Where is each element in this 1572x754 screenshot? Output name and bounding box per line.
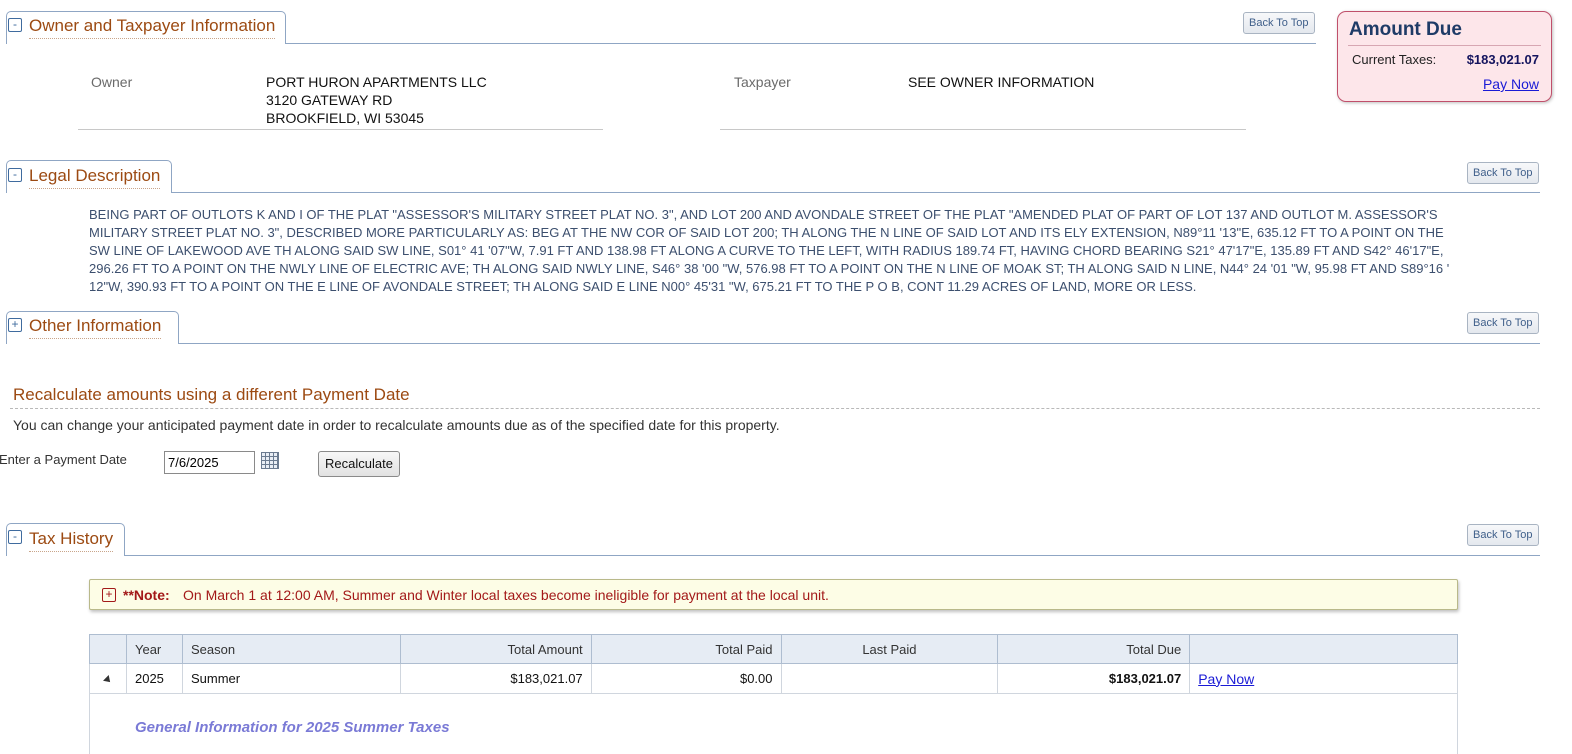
owner-section-line xyxy=(285,43,1316,44)
col-last-paid-header[interactable]: Last Paid xyxy=(780,634,999,664)
tax-history-table: Year Season Total Amount Total Paid Last… xyxy=(89,634,1458,694)
tax-note-banner: + **Note: On March 1 at 12:00 AM, Summer… xyxy=(89,579,1458,610)
legal-back-to-top-button[interactable]: Back To Top xyxy=(1467,162,1539,184)
recalculate-divider xyxy=(10,408,1540,409)
current-taxes-label: Current Taxes: xyxy=(1352,52,1437,67)
tax-history-section-line xyxy=(124,555,1540,556)
recalculate-description: You can change your anticipated payment … xyxy=(13,417,780,433)
owner-section-title[interactable]: Owner and Taxpayer Information xyxy=(29,16,276,39)
amount-due-title: Amount Due xyxy=(1349,19,1462,40)
tax-history-collapse-icon[interactable]: - xyxy=(8,530,22,544)
note-text: On March 1 at 12:00 AM, Summer and Winte… xyxy=(183,587,829,603)
payment-date-input[interactable] xyxy=(164,451,255,474)
taxpayer-label: Taxpayer xyxy=(734,74,791,90)
legal-section-line xyxy=(171,192,1540,193)
col-action-header xyxy=(1189,634,1458,664)
amount-due-rule xyxy=(1348,45,1541,46)
general-info-panel: General Information for 2025 Summer Taxe… xyxy=(89,694,1458,754)
legal-section-title[interactable]: Legal Description xyxy=(29,166,161,189)
owner-label: Owner xyxy=(91,74,133,90)
col-total-amount-header[interactable]: Total Amount xyxy=(399,634,592,664)
other-section-expand-icon[interactable]: + xyxy=(8,318,22,332)
taxpayer-value: SEE OWNER INFORMATION xyxy=(908,74,1095,90)
owner-divider xyxy=(78,129,603,130)
amount-due-box: Amount Due Current Taxes: $183,021.07 Pa… xyxy=(1337,11,1552,102)
tax-history-title[interactable]: Tax History xyxy=(29,529,114,552)
row-total-amount: $183,021.07 xyxy=(399,663,592,694)
row-season: Summer xyxy=(181,663,401,694)
note-label: **Note: xyxy=(123,587,170,603)
recalculate-button[interactable]: Recalculate xyxy=(318,451,400,477)
table-row: 2025 Summer $183,021.07 $0.00 $183,021.0… xyxy=(89,663,1458,694)
owner-city: BROOKFIELD, WI 53045 xyxy=(266,110,424,126)
owner-name: PORT HURON APARTMENTS LLC xyxy=(266,74,487,90)
row-pay-now-link[interactable]: Pay Now xyxy=(1198,671,1254,687)
col-total-paid-header[interactable]: Total Paid xyxy=(590,634,782,664)
recalculate-title: Recalculate amounts using a different Pa… xyxy=(13,385,410,404)
owner-street: 3120 GATEWAY RD xyxy=(266,92,393,108)
legal-section-collapse-icon[interactable]: - xyxy=(8,168,22,182)
owner-address: PORT HURON APARTMENTS LLC 3120 GATEWAY R… xyxy=(266,73,487,127)
owner-section-collapse-icon[interactable]: - xyxy=(8,18,22,32)
payment-date-label: Enter a Payment Date xyxy=(0,452,127,467)
row-last-paid xyxy=(780,663,999,694)
other-section-title[interactable]: Other Information xyxy=(29,316,162,339)
row-total-due: $183,021.07 xyxy=(997,663,1191,694)
row-expander[interactable] xyxy=(89,663,127,694)
row-action: Pay Now xyxy=(1189,663,1458,694)
row-total-paid: $0.00 xyxy=(590,663,782,694)
table-header-row: Year Season Total Amount Total Paid Last… xyxy=(89,634,1458,664)
col-season-header[interactable]: Season xyxy=(181,634,401,664)
tax-history-back-to-top-button[interactable]: Back To Top xyxy=(1467,524,1539,546)
taxpayer-divider xyxy=(720,129,1246,130)
calendar-icon[interactable] xyxy=(261,452,279,469)
triangle-down-icon[interactable] xyxy=(103,675,113,685)
pay-now-link[interactable]: Pay Now xyxy=(1483,76,1539,92)
col-year-header[interactable]: Year xyxy=(125,634,183,664)
other-section-line xyxy=(178,343,1540,344)
note-expand-icon[interactable]: + xyxy=(102,588,116,602)
row-year: 2025 xyxy=(125,663,183,694)
owner-back-to-top-button[interactable]: Back To Top xyxy=(1243,12,1315,34)
general-info-title: General Information for 2025 Summer Taxe… xyxy=(135,719,450,736)
col-expander-header xyxy=(89,634,127,664)
other-back-to-top-button[interactable]: Back To Top xyxy=(1467,312,1539,334)
legal-description-text: BEING PART OF OUTLOTS K AND I OF THE PLA… xyxy=(89,207,1450,294)
col-total-due-header[interactable]: Total Due xyxy=(997,634,1191,664)
current-taxes-value: $183,021.07 xyxy=(1466,52,1539,67)
